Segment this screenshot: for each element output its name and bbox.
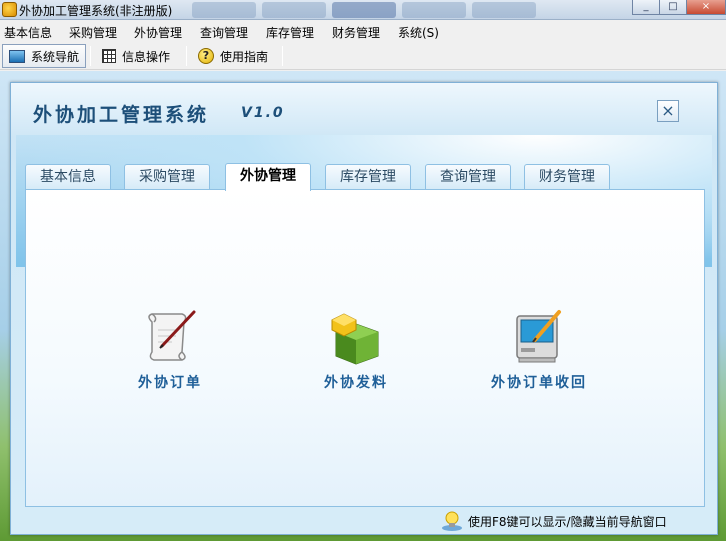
outsource-order-label: 外协订单 [138, 375, 202, 391]
menu-system[interactable]: 系统(S) [398, 24, 439, 41]
outsource-order-return-item[interactable]: 外协订单收回 [491, 308, 587, 392]
menu-inventory[interactable]: 库存管理 [266, 24, 314, 41]
taskbar-ghost-tab [402, 2, 466, 18]
tab-outsourcing[interactable]: 外协管理 [225, 163, 311, 191]
tab-finance[interactable]: 财务管理 [524, 164, 610, 189]
user-guide-label: 使用指南 [220, 49, 269, 64]
taskbar-ghost-tab [262, 2, 326, 18]
tab-content: 外协订单 外协发料 外协订单收回 [25, 189, 705, 507]
navigator-icon [9, 49, 25, 63]
menu-outsourcing[interactable]: 外协管理 [134, 24, 182, 41]
info-operation-label: 信息操作 [122, 49, 171, 64]
menu-purchasing[interactable]: 采购管理 [69, 24, 117, 41]
scroll-quill-icon [148, 310, 196, 361]
taskbar-ghost-tab [472, 2, 536, 18]
panel-close-button[interactable]: × [657, 100, 679, 122]
grid-icon [102, 49, 116, 63]
title-bar: 外协加工管理系统(非注册版) _ □ × [0, 0, 726, 20]
outsource-order-return-label: 外协订单收回 [491, 375, 587, 391]
lightbulb-icon [442, 511, 462, 531]
outsource-material-item[interactable]: 外协发料 [324, 308, 388, 392]
minimize-button[interactable]: _ [632, 0, 660, 15]
tab-query[interactable]: 查询管理 [425, 164, 511, 189]
toolbar: 系统导航 信息操作 ? 使用指南 [0, 42, 726, 70]
tab-basic-info[interactable]: 基本信息 [25, 164, 111, 189]
close-button[interactable]: × [686, 0, 726, 15]
navigation-panel: 外协加工管理系统 V1.0 × 基本信息 采购管理 外协管理 库存管理 查询管理… [10, 82, 718, 535]
material-blocks-icon [331, 313, 379, 365]
system-navigator-button[interactable]: 系统导航 [2, 44, 87, 68]
app-icon [2, 2, 17, 17]
maximize-button[interactable]: □ [659, 0, 687, 15]
menu-basic-info[interactable]: 基本信息 [4, 24, 52, 41]
taskbar-ghost-tab [332, 2, 396, 18]
tab-purchasing[interactable]: 采购管理 [124, 164, 210, 189]
panel-title: 外协加工管理系统 [33, 104, 210, 126]
info-operation-button[interactable]: 信息操作 [96, 44, 176, 68]
window-title: 外协加工管理系统(非注册版) [19, 4, 173, 18]
menu-bar: 基本信息 采购管理 外协管理 查询管理 库存管理 财务管理 系统(S) [0, 21, 726, 42]
toolbar-separator [186, 46, 187, 66]
menu-query[interactable]: 查询管理 [200, 24, 248, 41]
outsource-order-item[interactable]: 外协订单 [138, 308, 202, 392]
footer-hint-text: 使用F8键可以显示/隐藏当前导航窗口 [468, 514, 667, 529]
outsource-material-label: 外协发料 [324, 375, 388, 391]
menu-finance[interactable]: 财务管理 [332, 24, 380, 41]
help-icon: ? [198, 48, 214, 64]
toolbar-separator [90, 46, 91, 66]
panel-version: V1.0 [241, 105, 285, 121]
footer-hint: 使用F8键可以显示/隐藏当前导航窗口 [441, 510, 667, 532]
computer-pencil-icon [516, 310, 561, 363]
tab-inventory[interactable]: 库存管理 [325, 164, 411, 189]
system-navigator-label: 系统导航 [31, 49, 80, 64]
user-guide-button[interactable]: ? 使用指南 [192, 44, 274, 68]
taskbar-ghost-tab [192, 2, 256, 18]
toolbar-separator [282, 46, 283, 66]
